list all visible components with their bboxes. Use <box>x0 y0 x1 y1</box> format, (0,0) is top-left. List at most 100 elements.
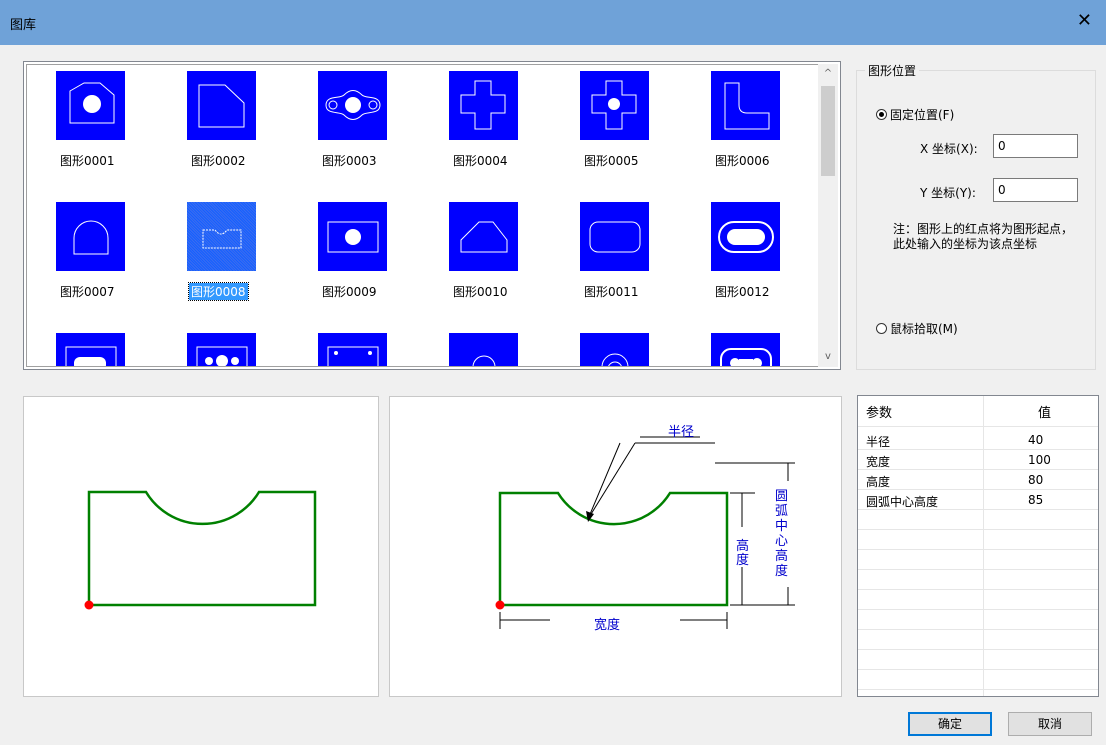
gallery-item-label: 图形0012 <box>715 285 770 299</box>
gallery-item[interactable]: 图形0006 <box>705 67 819 177</box>
param-value[interactable]: 80 <box>1028 473 1043 487</box>
gallery-item[interactable] <box>312 329 432 366</box>
table-row-empty <box>858 551 1098 570</box>
param-value[interactable]: 40 <box>1028 433 1043 447</box>
window-title: 图库 <box>10 18 37 33</box>
gallery-item-label: 图形0010 <box>453 285 508 299</box>
param-name: 圆弧中心高度 <box>866 495 939 509</box>
table-row[interactable]: 宽度 100 <box>858 451 1098 470</box>
shape-preview <box>23 396 379 697</box>
y-coord-input[interactable] <box>993 178 1078 202</box>
shape-thumbnail <box>56 71 125 140</box>
fixed-position-label: 固定位置(F) <box>890 108 955 122</box>
gallery-item-label: 图形0003 <box>322 154 377 168</box>
shape-thumbnail <box>187 71 256 140</box>
position-group-title: 图形位置 <box>865 62 920 79</box>
gallery-item-label: 图形0006 <box>715 154 770 168</box>
gallery-item[interactable]: 图形0008 <box>181 198 301 308</box>
shape-thumbnail <box>187 202 256 271</box>
table-row-empty <box>858 511 1098 530</box>
param-name: 半径 <box>866 435 891 449</box>
gallery-item-label: 图形0001 <box>60 154 115 168</box>
shape-thumbnail <box>580 202 649 271</box>
table-row[interactable]: 半径 40 <box>858 431 1098 450</box>
header-param: 参数 <box>866 406 893 421</box>
shape-thumbnail <box>56 333 125 366</box>
radius-dim-label: 半径 <box>668 425 695 440</box>
parameter-table[interactable]: 参数 值 半径 40 宽度 100 高度 80 圆弧中心高度 85 <box>857 395 1099 697</box>
gallery-item[interactable]: 图形0012 <box>705 198 819 308</box>
ok-button[interactable]: 确定 <box>908 712 992 736</box>
param-value[interactable]: 100 <box>1028 453 1051 467</box>
gallery-item-label: 图形0011 <box>584 285 639 299</box>
gallery-item[interactable]: 图形0005 <box>574 67 694 177</box>
dimension-svg <box>495 436 795 629</box>
shape-gallery[interactable]: 图形0001 图形0002 图形0003 图形0004 图形0005 图形000… <box>23 61 841 370</box>
gallery-item-label: 图形0007 <box>60 285 115 299</box>
table-row-empty <box>858 531 1098 550</box>
shape-thumbnail <box>187 333 256 366</box>
gallery-item[interactable]: 图形0010 <box>443 198 563 308</box>
table-row-empty <box>858 591 1098 610</box>
gallery-item[interactable] <box>574 329 694 366</box>
width-dim-label: 宽度 <box>594 618 621 633</box>
shape-thumbnail <box>318 71 387 140</box>
shape-thumbnail <box>449 71 518 140</box>
table-row-empty <box>858 571 1098 590</box>
x-coord-input[interactable] <box>993 134 1078 158</box>
position-note: 注：图形上的红点将为图形起点，此处输入的坐标为该点坐标 <box>893 222 1074 251</box>
mouse-pick-radio[interactable]: 鼠标拾取(M) <box>876 320 958 337</box>
gallery-item[interactable] <box>181 329 301 366</box>
gallery-item[interactable]: 图形0004 <box>443 67 563 177</box>
table-row[interactable]: 圆弧中心高度 85 <box>858 491 1098 510</box>
gallery-item[interactable]: 图形0002 <box>181 67 301 177</box>
gallery-item[interactable]: 图形0007 <box>50 198 170 308</box>
height-dim-label: 高度 <box>736 539 750 568</box>
gallery-item-label: 图形0004 <box>453 154 508 168</box>
shape-thumbnail <box>580 333 649 366</box>
param-name: 高度 <box>866 475 891 489</box>
shape-thumbnail <box>711 333 780 366</box>
gallery-item[interactable] <box>50 329 170 366</box>
gallery-scrollbar[interactable]: ^ v <box>818 64 838 367</box>
shape-thumbnail <box>449 202 518 271</box>
table-row-empty <box>858 611 1098 630</box>
radio-unchecked-icon <box>876 323 887 334</box>
shape-thumbnail <box>318 333 387 366</box>
cancel-button[interactable]: 取消 <box>1008 712 1092 736</box>
gallery-item-label: 图形0009 <box>322 285 377 299</box>
param-value[interactable]: 85 <box>1028 493 1043 507</box>
gallery-item-label: 图形0005 <box>584 154 639 168</box>
gallery-item-label: 图形0008 <box>188 282 249 301</box>
header-value: 值 <box>1038 406 1052 421</box>
y-coord-label: Y 坐标(Y): <box>920 186 976 200</box>
shape-thumbnail <box>711 71 780 140</box>
scroll-thumb[interactable] <box>821 86 835 176</box>
table-row-empty <box>858 631 1098 650</box>
table-row-empty <box>858 671 1098 690</box>
gallery-item[interactable] <box>443 329 563 366</box>
table-row-empty <box>858 651 1098 670</box>
param-name: 宽度 <box>866 455 891 469</box>
gallery-item[interactable]: 图形0009 <box>312 198 432 308</box>
scroll-up-icon[interactable]: ^ <box>818 64 838 84</box>
table-header: 参数 值 <box>858 396 1098 427</box>
table-row[interactable]: 高度 80 <box>858 471 1098 490</box>
shape-outline <box>87 490 317 607</box>
mouse-pick-label: 鼠标拾取(M) <box>890 322 958 336</box>
gallery-item[interactable]: 图形0011 <box>574 198 694 308</box>
shape-thumbnail <box>711 202 780 271</box>
gallery-item[interactable] <box>705 329 819 366</box>
shape-thumbnail <box>449 333 518 366</box>
origin-point <box>84 600 94 610</box>
gallery-item[interactable]: 图形0003 <box>312 67 432 177</box>
close-icon[interactable]: ✕ <box>1077 10 1092 32</box>
shape-thumbnail <box>318 202 387 271</box>
fixed-position-radio[interactable]: 固定位置(F) <box>876 106 954 123</box>
title-bar: 图库 ✕ <box>0 0 1106 45</box>
gallery-item-label: 图形0002 <box>191 154 246 168</box>
arc-center-height-dim-label: 圆弧中心高度 <box>775 489 789 579</box>
radio-checked-icon <box>876 109 887 120</box>
scroll-down-icon[interactable]: v <box>818 347 838 367</box>
gallery-item[interactable]: 图形0001 <box>50 67 170 177</box>
